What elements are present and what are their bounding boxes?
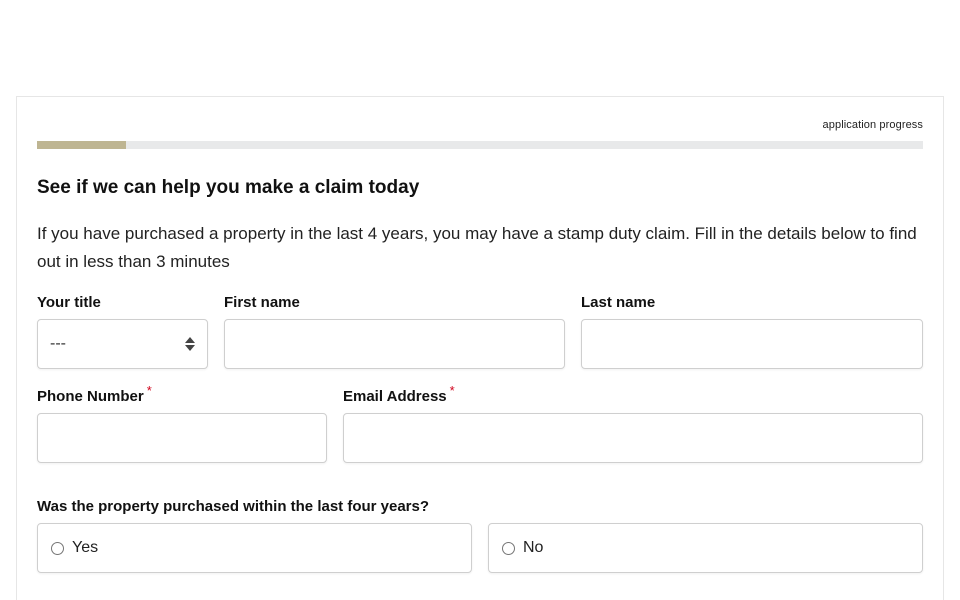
application-card: application progress See if we can help … — [16, 96, 944, 600]
last-name-label: Last name — [581, 294, 656, 311]
radio-option-yes[interactable]: Yes — [37, 523, 472, 573]
last-name-input[interactable] — [581, 319, 923, 369]
phone-input[interactable] — [37, 413, 327, 463]
phone-label-text: Phone Number — [37, 388, 144, 405]
progress-bar — [37, 141, 923, 149]
title-label: Your title — [37, 294, 101, 311]
purchase-question: Was the property purchased within the la… — [37, 498, 430, 515]
email-input[interactable] — [343, 413, 923, 463]
select-arrows-icon — [185, 337, 195, 351]
required-mark: * — [449, 383, 455, 398]
radio-option-no[interactable]: No — [488, 523, 923, 573]
progress-label: application progress — [822, 119, 923, 131]
title-select-value: --- — [50, 335, 66, 352]
form-heading: See if we can help you make a claim toda… — [37, 177, 420, 198]
first-name-label: First name — [224, 294, 300, 311]
title-select[interactable]: --- — [37, 319, 208, 369]
form-intro: If you have purchased a property in the … — [37, 224, 917, 271]
radio-label-yes: Yes — [72, 539, 99, 556]
radio-button[interactable] — [51, 541, 64, 555]
radio-button[interactable] — [502, 541, 515, 555]
email-label-text: Email Address — [343, 388, 447, 405]
required-mark: * — [146, 383, 152, 398]
email-label: Email Address * — [343, 383, 455, 405]
first-name-input[interactable] — [224, 319, 565, 369]
progress-bar-fill — [37, 141, 126, 149]
phone-label: Phone Number * — [37, 383, 152, 405]
radio-label-no: No — [523, 539, 544, 556]
